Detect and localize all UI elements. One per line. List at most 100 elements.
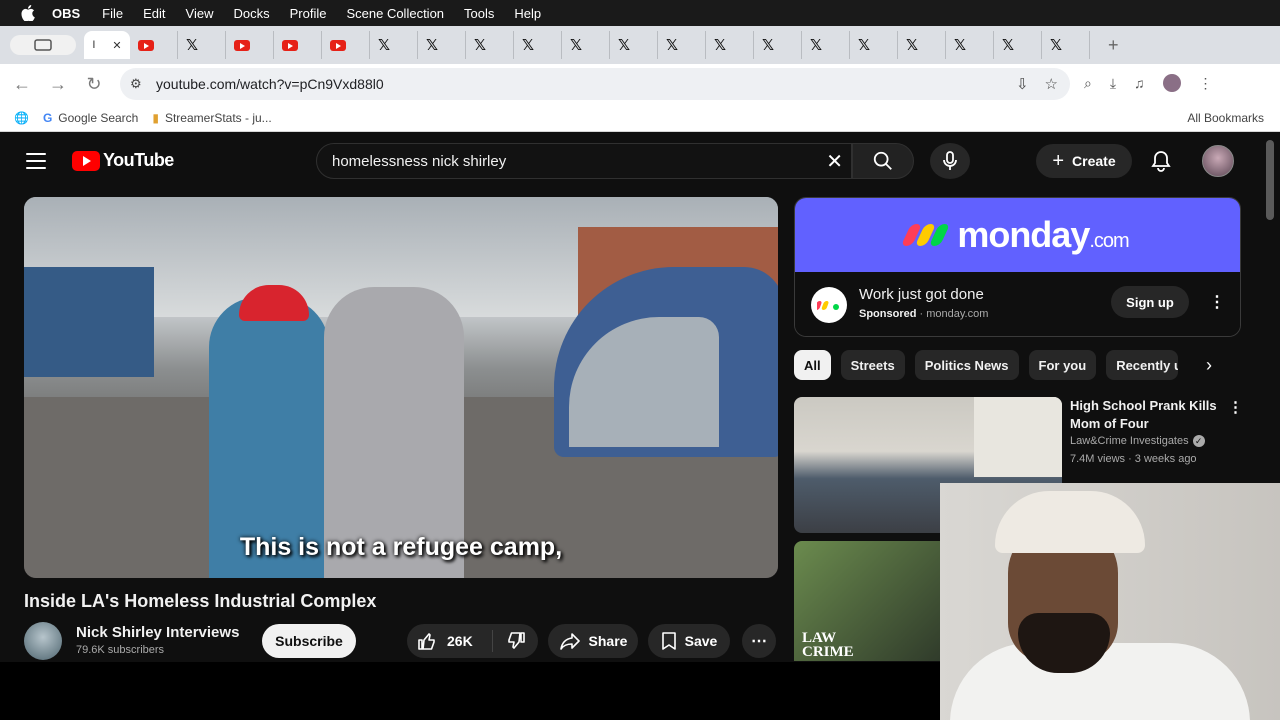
menu-help[interactable]: Help [514,6,541,21]
all-bookmarks[interactable]: All Bookmarks [1187,111,1264,125]
chip-recently-uploaded[interactable]: Recently uploaded [1106,350,1179,380]
notifications-bell-icon[interactable] [1148,149,1174,173]
hamburger-menu-icon[interactable] [26,153,46,169]
x-icon: 𝕏 [666,36,679,54]
back-icon[interactable]: ← [4,74,40,95]
account-avatar[interactable] [1202,145,1234,177]
x-icon: 𝕏 [522,36,535,54]
tab-x[interactable]: 𝕏 [706,31,754,59]
reload-icon[interactable]: ↻ [76,74,112,95]
dislike-button[interactable] [493,631,538,651]
voice-search-button[interactable] [930,143,970,179]
tab-x[interactable]: 𝕏 [1042,31,1090,59]
clear-search-icon[interactable]: ✕ [826,149,843,174]
install-app-icon[interactable]: ⇩ [1016,75,1029,93]
ad-banner[interactable]: monday.com [795,198,1240,272]
x-icon: 𝕏 [762,36,775,54]
tab-x[interactable]: 𝕏 [994,31,1042,59]
search-button[interactable] [852,143,914,179]
downloads-icon[interactable]: ⤓ [1110,75,1116,92]
x-icon: 𝕏 [906,36,919,54]
tab-x[interactable]: 𝕏 [946,31,994,59]
tab-x[interactable]: 𝕏 [610,31,658,59]
save-button[interactable]: Save [648,624,730,658]
tab-youtube[interactable] [130,31,178,59]
browser-menu-icon[interactable]: ⋮ [1199,75,1213,92]
close-icon[interactable]: ✕ [112,39,121,52]
webcam-person [995,491,1145,553]
tab-x[interactable]: 𝕏 [802,31,850,59]
share-icon [559,633,580,650]
ad-options-icon[interactable]: ⋮ [1209,292,1225,312]
menu-app-name[interactable]: OBS [52,6,80,21]
bookmark-streamerstats[interactable]: ▮ StreamerStats - ju... [152,111,271,125]
channel-name[interactable]: Nick Shirley Interviews [76,624,239,641]
tab-x[interactable]: 𝕏 [850,31,898,59]
chip-politics-news[interactable]: Politics News [914,350,1019,380]
forward-icon[interactable]: → [40,74,76,95]
search-input[interactable]: homelessness nick shirley ✕ [316,143,852,179]
tab-x[interactable]: 𝕏 [178,31,226,59]
tab-youtube[interactable] [274,31,322,59]
menu-edit[interactable]: Edit [143,6,165,21]
chip-for-you[interactable]: For you [1028,350,1097,380]
subscribe-button[interactable]: Subscribe [262,624,356,658]
video-title: Inside LA's Homeless Industrial Complex [24,591,377,611]
more-actions-button[interactable]: ⋯ [742,624,776,658]
lens-icon[interactable]: ⌕ [1084,75,1092,92]
address-bar-row: ← → ↻ ⚙ youtube.com/watch?v=pCn9Vxd88l0 … [0,64,1280,104]
tab-group-icon[interactable] [10,35,76,55]
profile-avatar-icon[interactable] [1162,74,1181,92]
site-settings-icon[interactable]: ⚙ [130,76,148,92]
tab-x[interactable]: 𝕏 [754,31,802,59]
url-text[interactable]: youtube.com/watch?v=pCn9Vxd88l0 [156,76,384,92]
channel-subscribers: 79.6K subscribers [76,644,165,656]
chevron-right-icon[interactable]: › [1206,355,1212,376]
ad-headline[interactable]: Work just got done [859,286,984,303]
recommendation-thumbnail[interactable]: LAW CRIME [794,541,944,661]
sponsored-ad[interactable]: monday.com Work just got done Sponsored … [794,197,1241,337]
tab-x[interactable]: 𝕏 [658,31,706,59]
globe-icon[interactable]: 🌐 [14,111,29,125]
menu-view[interactable]: View [186,6,214,21]
verified-icon: ✓ [1192,435,1205,447]
menu-profile[interactable]: Profile [290,6,327,21]
youtube-logo[interactable]: YouTube [72,150,174,171]
bookmark-google-search[interactable]: G Google Search [43,111,138,125]
tab-active[interactable]: I ✕ [84,31,130,59]
chip-all[interactable]: All [794,350,831,380]
tab-x[interactable]: 𝕏 [370,31,418,59]
channel-avatar[interactable] [24,622,62,660]
recommendation-channel[interactable]: Law&Crime Investigates ✓ [1070,435,1205,447]
menu-file[interactable]: File [102,6,123,21]
menu-docks[interactable]: Docks [233,6,269,21]
video-player[interactable]: This is not a refugee camp, [24,197,778,578]
page-scrollbar[interactable] [1266,140,1274,220]
omnibox[interactable]: ⚙ youtube.com/watch?v=pCn9Vxd88l0 ⇩ ☆ [120,68,1070,100]
menu-tools[interactable]: Tools [464,6,494,21]
media-icon[interactable]: ♫ [1134,75,1145,91]
tab-x[interactable]: 𝕏 [562,31,610,59]
tab-x[interactable]: 𝕏 [514,31,562,59]
share-button[interactable]: Share [548,624,638,658]
ad-signup-button[interactable]: Sign up [1111,286,1189,318]
x-icon: 𝕏 [1002,36,1015,54]
recommendation-title[interactable]: High School Prank Kills Mom of Four [1070,397,1230,433]
tab-x[interactable]: 𝕏 [418,31,466,59]
tab-x[interactable]: 𝕏 [898,31,946,59]
advertiser-logo-icon[interactable] [811,287,847,323]
search-query[interactable]: homelessness nick shirley [332,153,506,170]
chip-streets[interactable]: Streets [840,350,905,380]
tab-youtube[interactable] [226,31,274,59]
tab-x[interactable]: 𝕏 [466,31,514,59]
create-button[interactable]: + Create [1036,144,1132,178]
menu-scene-collection[interactable]: Scene Collection [346,6,444,21]
google-icon: G [42,110,53,125]
like-button[interactable]: 26K [407,630,493,652]
new-tab-icon[interactable]: + [1108,35,1119,56]
apple-icon[interactable] [20,5,36,21]
x-icon: 𝕏 [618,36,631,54]
recommendation-options-icon[interactable]: ⋮ [1228,398,1243,416]
tab-youtube[interactable] [322,31,370,59]
bookmark-star-icon[interactable]: ☆ [1045,75,1058,93]
